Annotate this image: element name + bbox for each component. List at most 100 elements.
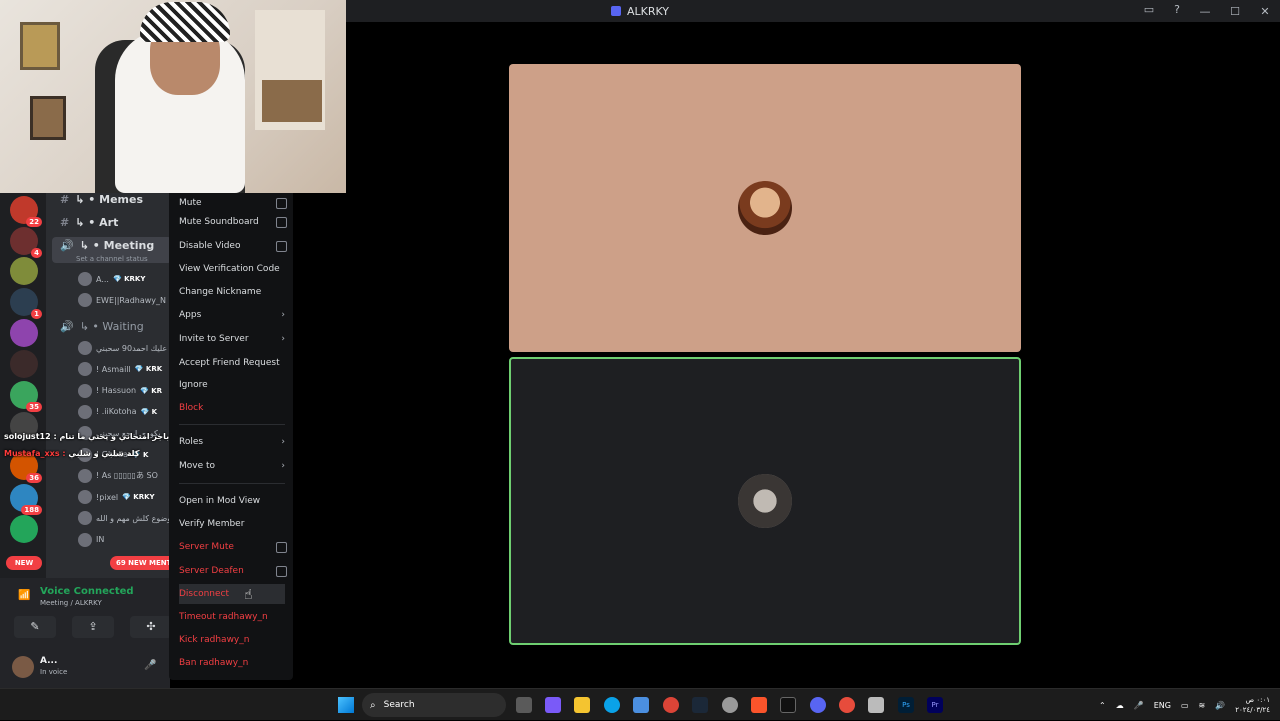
server-icon[interactable]: 188 (10, 484, 42, 515)
taskbar-search[interactable]: ⌕ Search (362, 693, 506, 717)
voice-status[interactable]: Voice Connected (40, 586, 134, 597)
voice-user[interactable]: ! Asmaill 💎 KRK (78, 362, 162, 377)
voice-user[interactable]: عليك احمد90 سحبني ! (78, 341, 170, 355)
menu-item-timeout-radhawy-n[interactable]: Timeout radhawy_n (179, 607, 285, 627)
chevron-up-icon[interactable]: ⌃ (1099, 701, 1106, 710)
voice-user[interactable]: IN (78, 532, 108, 547)
checkbox[interactable] (276, 198, 287, 209)
channel-art[interactable]: # ↳ • Art (60, 216, 118, 229)
screen-share-button[interactable]: ⇪ (72, 616, 114, 638)
video-tile-user2-speaking[interactable] (509, 357, 1021, 645)
edge-icon[interactable] (604, 697, 620, 713)
checkbox[interactable] (276, 566, 287, 577)
video-tile-user1[interactable] (509, 64, 1021, 352)
app-icon[interactable] (868, 697, 884, 713)
voice-channel-path[interactable]: Meeting / ALKRKY (40, 599, 102, 607)
screen-share-icon[interactable]: ▭ (1142, 3, 1156, 17)
server-icon[interactable] (10, 257, 38, 285)
menu-item-apps[interactable]: Apps › (179, 305, 285, 325)
microphone-icon[interactable]: 🎤 (144, 660, 156, 671)
menu-item-label: Open in Mod View (179, 496, 261, 506)
menu-item-accept-friend-request[interactable]: Accept Friend Request (179, 353, 285, 373)
speaker-icon: 🔊 (60, 239, 74, 252)
menu-item-mute[interactable]: Mute (179, 193, 287, 213)
checkbox[interactable] (276, 241, 287, 252)
wifi-icon[interactable]: ≋ (1199, 701, 1206, 710)
server-icon[interactable] (10, 319, 38, 347)
task-view-icon[interactable] (516, 697, 532, 713)
voice-user[interactable]: !pixel 💎 KRKY (78, 490, 155, 505)
maximize-button[interactable]: ☐ (1220, 5, 1250, 18)
server-icon[interactable] (10, 350, 38, 378)
server-icon[interactable] (10, 515, 38, 543)
menu-item-disable-video[interactable]: Disable Video (179, 236, 287, 256)
voice-user[interactable]: A... 💎 KRKY (78, 272, 145, 286)
close-button[interactable]: ✕ (1250, 5, 1280, 18)
menu-item-verify-member[interactable]: Verify Member (179, 514, 285, 534)
capcut-icon[interactable] (780, 697, 796, 713)
server-icon[interactable]: 35 (10, 381, 42, 412)
store-icon[interactable] (633, 697, 649, 713)
photoshop-icon[interactable]: Ps (898, 697, 914, 713)
volume-icon[interactable]: 🔊 (1215, 701, 1225, 710)
user-tag: 💎 KR (140, 386, 163, 395)
menu-item-roles[interactable]: Roles › (179, 432, 285, 452)
menu-item-invite-to-server[interactable]: Invite to Server › (179, 329, 285, 349)
new-mentions-pill[interactable]: 69 NEW MENTI (110, 556, 170, 570)
file-explorer-icon[interactable] (574, 697, 590, 713)
checkbox[interactable] (276, 542, 287, 553)
menu-item-open-in-mod-view[interactable]: Open in Mod View (179, 491, 285, 511)
user-tag: 💎 KRKY (122, 493, 155, 502)
chevron-right-icon: › (281, 437, 285, 447)
checkbox[interactable] (276, 217, 287, 228)
server-icon[interactable]: 4 (10, 227, 42, 258)
menu-item-move-to[interactable]: Move to › (179, 456, 285, 476)
menu-item-ban-radhawy-n[interactable]: Ban radhawy_n (179, 653, 285, 673)
menu-item-change-nickname[interactable]: Change Nickname (179, 282, 285, 302)
display-icon[interactable]: ▭ (1181, 701, 1189, 710)
streamer-headscarf (140, 2, 230, 42)
obs-icon[interactable] (839, 697, 855, 713)
mic-tray-icon[interactable]: 🎤 (1134, 701, 1144, 710)
premiere-icon[interactable]: Pr (927, 697, 943, 713)
voice-user[interactable]: EWE||Radhawy_N (78, 293, 170, 307)
chrome-icon[interactable] (663, 697, 679, 713)
minimize-button[interactable]: — (1190, 5, 1220, 18)
discord-icon[interactable] (810, 697, 826, 713)
camera-off-button[interactable]: ✎ (14, 616, 56, 638)
menu-item-view-verification-code[interactable]: View Verification Code (179, 259, 285, 279)
menu-item-server-deafen[interactable]: Server Deafen (179, 561, 287, 581)
voice-user-name: EWE||Radhawy_N (96, 295, 167, 305)
server-icon[interactable]: 22 (10, 196, 42, 227)
server-icon[interactable]: 1 (10, 288, 42, 319)
voice-user[interactable]: ! As ▯▯▯▯▯あ SO (78, 468, 162, 483)
channel-status-hint[interactable]: Set a channel status (76, 255, 148, 263)
voice-user[interactable]: ! Hassuon 💎 KR (78, 383, 163, 398)
avatar[interactable] (12, 656, 34, 678)
menu-item-kick-radhawy-n[interactable]: Kick radhawy_n (179, 630, 285, 650)
clock[interactable]: ٠:٠١ ص ٢٠٢٤/٠٣/٢٤ (1235, 695, 1270, 715)
menu-item-mute-soundboard[interactable]: Mute Soundboard (179, 212, 287, 232)
signal-icon[interactable]: 📶 (18, 590, 30, 602)
brave-icon[interactable] (751, 697, 767, 713)
channel-memes[interactable]: # ↳ • Memes (60, 193, 143, 206)
voice-user[interactable]: موضوع كلش مهم و الله (78, 511, 170, 526)
menu-item-server-mute[interactable]: Server Mute (179, 537, 287, 557)
start-button[interactable] (338, 697, 354, 713)
new-servers-pill[interactable]: NEW (6, 556, 42, 570)
menu-item-ignore[interactable]: Ignore (179, 375, 285, 395)
activities-button[interactable]: ✣ (130, 616, 172, 638)
language-indicator[interactable]: ENG (1154, 701, 1171, 710)
voice-user[interactable]: ! .iiKotoha 💎 K (78, 404, 157, 419)
settings-icon[interactable] (722, 697, 738, 713)
windows-taskbar: ⌕ Search Ps Pr ⌃ ☁ 🎤 ENG ▭ ≋ 🔊 ٠:٠١ ص ٢٠… (0, 688, 1280, 720)
cloud-icon[interactable]: ☁ (1116, 701, 1124, 710)
menu-item-block[interactable]: Block (179, 398, 285, 418)
copilot-icon[interactable] (545, 697, 561, 713)
menu-item-disconnect[interactable]: Disconnect (179, 584, 285, 604)
channel-meeting[interactable]: 🔊 ↳ • Meeting (60, 239, 154, 252)
mention-badge: 35 (26, 402, 42, 412)
channel-waiting[interactable]: 🔊 ↳ • Waiting (60, 320, 144, 333)
help-icon[interactable]: ? (1170, 3, 1184, 17)
steam-icon[interactable] (692, 697, 708, 713)
